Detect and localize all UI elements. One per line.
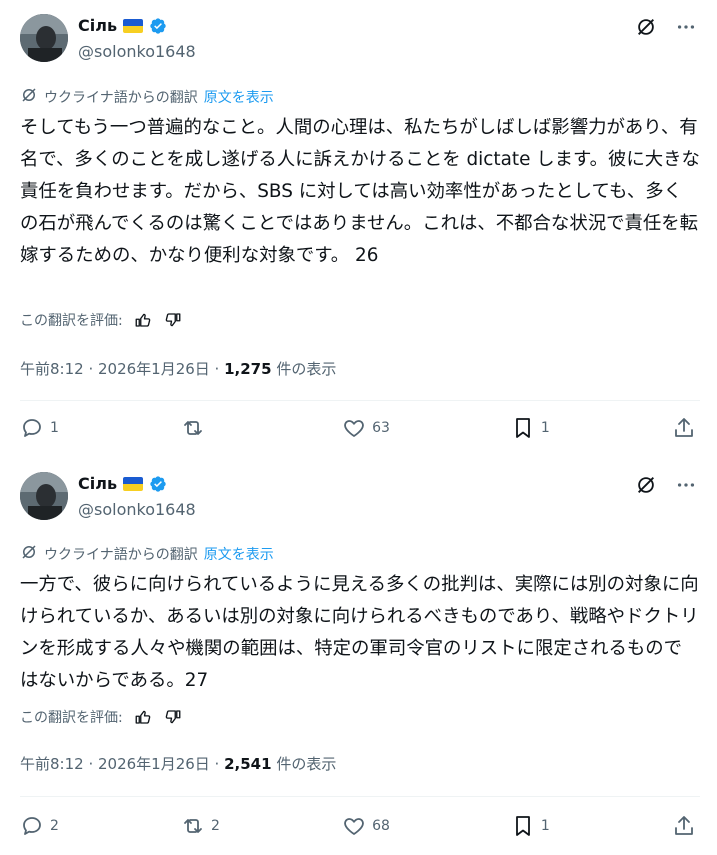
translated-from-label: ウクライナ語からの翻訳	[44, 90, 198, 106]
repost-count: 2	[211, 818, 220, 834]
show-original-link[interactable]: 原文を表示	[204, 544, 274, 564]
like-icon	[344, 420, 364, 437]
author-handle[interactable]: @solonko1648	[78, 42, 196, 61]
thumbs-up-icon[interactable]	[133, 707, 153, 727]
verified-badge-icon	[150, 17, 166, 34]
post-text: 一方で、彼らに向けられているように見える多くの批判は、実際には別の対象に向けられ…	[20, 574, 699, 691]
reply-icon	[23, 419, 41, 437]
share-icon	[675, 418, 693, 437]
more-icon[interactable]	[675, 16, 697, 38]
share-icon	[675, 816, 693, 835]
action-bar: 2 2 68 1	[20, 814, 696, 838]
share-button[interactable]	[672, 814, 696, 838]
share-button[interactable]	[672, 416, 696, 440]
thumbs-down-icon[interactable]	[163, 707, 183, 727]
more-icon[interactable]	[675, 474, 697, 496]
repost-button[interactable]	[181, 416, 221, 440]
repost-button[interactable]: 2	[181, 814, 221, 838]
bookmark-button[interactable]: 1	[511, 416, 551, 440]
thumbs-up-icon[interactable]	[133, 310, 153, 330]
thumbs-down-icon[interactable]	[163, 310, 183, 330]
bookmark-icon	[516, 418, 530, 438]
reply-button[interactable]: 2	[20, 814, 60, 838]
views-label: 件の表示	[271, 755, 337, 773]
grok-icon[interactable]	[635, 474, 657, 496]
avatar[interactable]	[20, 472, 68, 520]
bookmark-count: 1	[540, 420, 550, 436]
divider	[20, 796, 700, 797]
translate-icon	[20, 543, 38, 565]
show-original-link[interactable]: 原文を表示	[204, 87, 274, 107]
action-bar: 1 63 1	[20, 416, 696, 440]
author-name[interactable]: Сіль	[78, 474, 117, 493]
rate-translation-label: この翻訳を評価:	[20, 710, 123, 726]
bookmark-count: 1	[540, 818, 550, 834]
translate-icon	[20, 86, 38, 108]
like-count: 68	[372, 818, 390, 834]
views-count: 2,541	[224, 755, 272, 773]
timestamp[interactable]: 午前8:12 · 2026年1月26日 ·	[20, 755, 224, 773]
like-button[interactable]: 68	[342, 814, 390, 838]
translated-from-label: ウクライナ語からの翻訳	[44, 547, 198, 563]
views-label: 件の表示	[271, 360, 337, 378]
like-count: 63	[372, 420, 390, 436]
author-handle[interactable]: @solonko1648	[78, 500, 196, 519]
bookmark-icon	[516, 816, 530, 836]
reply-icon	[23, 817, 41, 835]
ukraine-flag-icon	[123, 476, 144, 491]
post-text: そしてもう一つ普遍的なこと。人間の心理は、私たちがしばしば影響力があり、有名で、…	[20, 117, 700, 266]
rate-translation-label: この翻訳を評価:	[20, 313, 123, 329]
post-meta: 午前8:12 · 2026年1月26日 · 2,541 件の表示	[20, 753, 336, 774]
reply-count: 1	[50, 420, 59, 436]
grok-icon[interactable]	[635, 16, 657, 38]
like-icon	[344, 818, 364, 835]
like-button[interactable]: 63	[342, 416, 390, 440]
author-name[interactable]: Сіль	[78, 16, 117, 35]
timestamp[interactable]: 午前8:12 · 2026年1月26日 ·	[20, 360, 224, 378]
post-meta: 午前8:12 · 2026年1月26日 · 1,275 件の表示	[20, 358, 336, 379]
repost-icon	[184, 819, 202, 833]
views-count: 1,275	[224, 360, 272, 378]
avatar[interactable]	[20, 14, 68, 62]
divider	[20, 400, 700, 401]
reply-count: 2	[50, 818, 59, 834]
bookmark-button[interactable]: 1	[511, 814, 551, 838]
verified-badge-icon	[150, 475, 166, 492]
reply-button[interactable]: 1	[20, 416, 60, 440]
repost-icon	[184, 421, 202, 435]
ukraine-flag-icon	[123, 18, 144, 33]
